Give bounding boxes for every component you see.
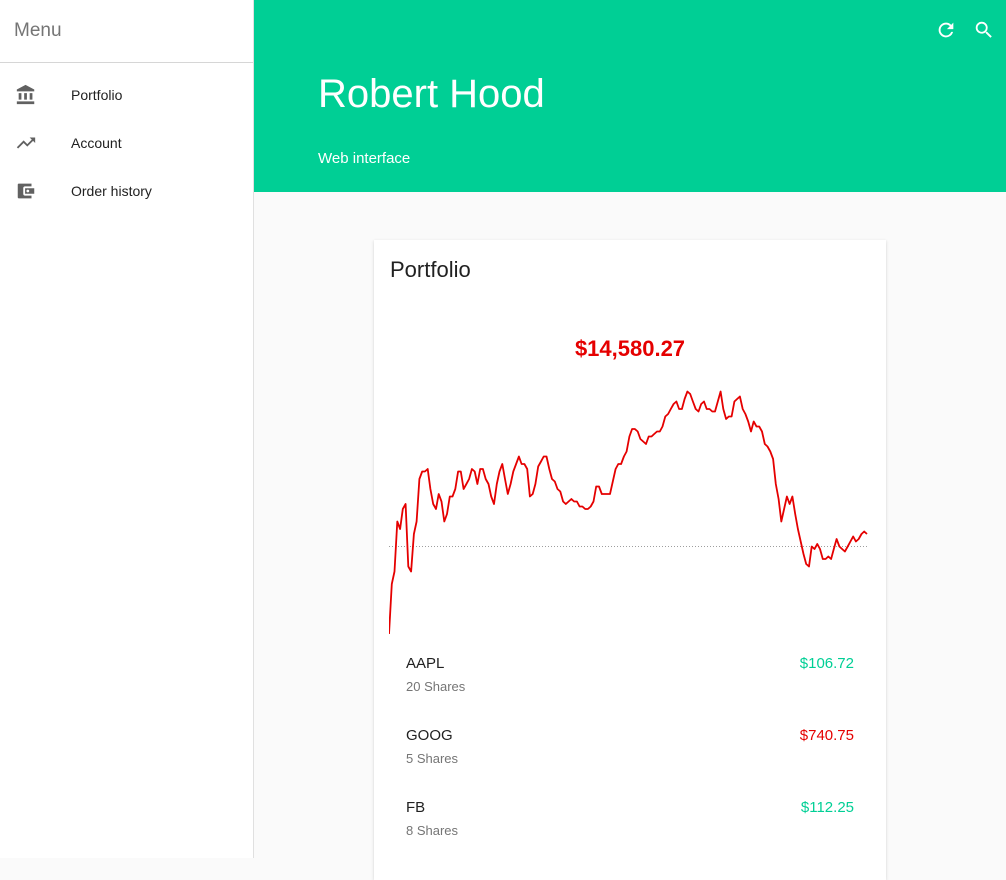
header: Robert Hood Web interface xyxy=(254,0,1006,192)
sidebar-header: Menu xyxy=(0,0,253,63)
stock-row-goog[interactable]: GOOG 5 Shares $740.75 xyxy=(406,727,854,787)
sidebar-item-label: Portfolio xyxy=(71,87,123,103)
portfolio-card: Portfolio $14,580.27 AAPL 20 Shares $106… xyxy=(374,240,886,880)
bank-icon xyxy=(14,83,38,107)
user-name-title: Robert Hood xyxy=(318,72,545,116)
stock-shares: 20 Shares xyxy=(406,679,466,694)
portfolio-total-value: $14,580.27 xyxy=(574,336,686,361)
stock-price: $740.75 xyxy=(799,727,854,744)
sidebar-item-order-history[interactable]: Order history xyxy=(0,167,253,215)
sidebar-item-label: Account xyxy=(71,135,122,151)
portfolio-chart xyxy=(389,390,868,634)
sidebar-item-portfolio[interactable]: Portfolio xyxy=(0,71,253,119)
wallet-icon xyxy=(14,179,38,203)
stock-symbol: FB xyxy=(406,799,426,816)
card-title: Portfolio xyxy=(390,257,471,282)
stock-row-fb[interactable]: FB 8 Shares $112.25 xyxy=(406,799,854,859)
refresh-icon xyxy=(935,19,957,46)
sidebar-item-label: Order history xyxy=(71,183,152,199)
stock-symbol: AAPL xyxy=(406,655,445,672)
search-button[interactable] xyxy=(972,20,996,44)
refresh-button[interactable] xyxy=(934,20,958,44)
sidebar: Menu Portfolio Account Order history xyxy=(0,0,254,858)
stock-row-aapl[interactable]: AAPL 20 Shares $106.72 xyxy=(406,655,854,715)
sidebar-title: Menu xyxy=(14,20,62,41)
header-subtitle: Web interface xyxy=(318,150,411,167)
trending-up-icon xyxy=(14,131,38,155)
search-icon xyxy=(973,19,995,46)
sidebar-item-account[interactable]: Account xyxy=(0,119,253,167)
stock-price: $106.72 xyxy=(799,655,854,672)
stock-symbol: GOOG xyxy=(406,727,453,744)
stock-shares: 5 Shares xyxy=(406,751,459,766)
stock-shares: 8 Shares xyxy=(406,823,459,838)
stock-price: $112.25 xyxy=(800,799,854,816)
chart-line xyxy=(389,390,868,634)
